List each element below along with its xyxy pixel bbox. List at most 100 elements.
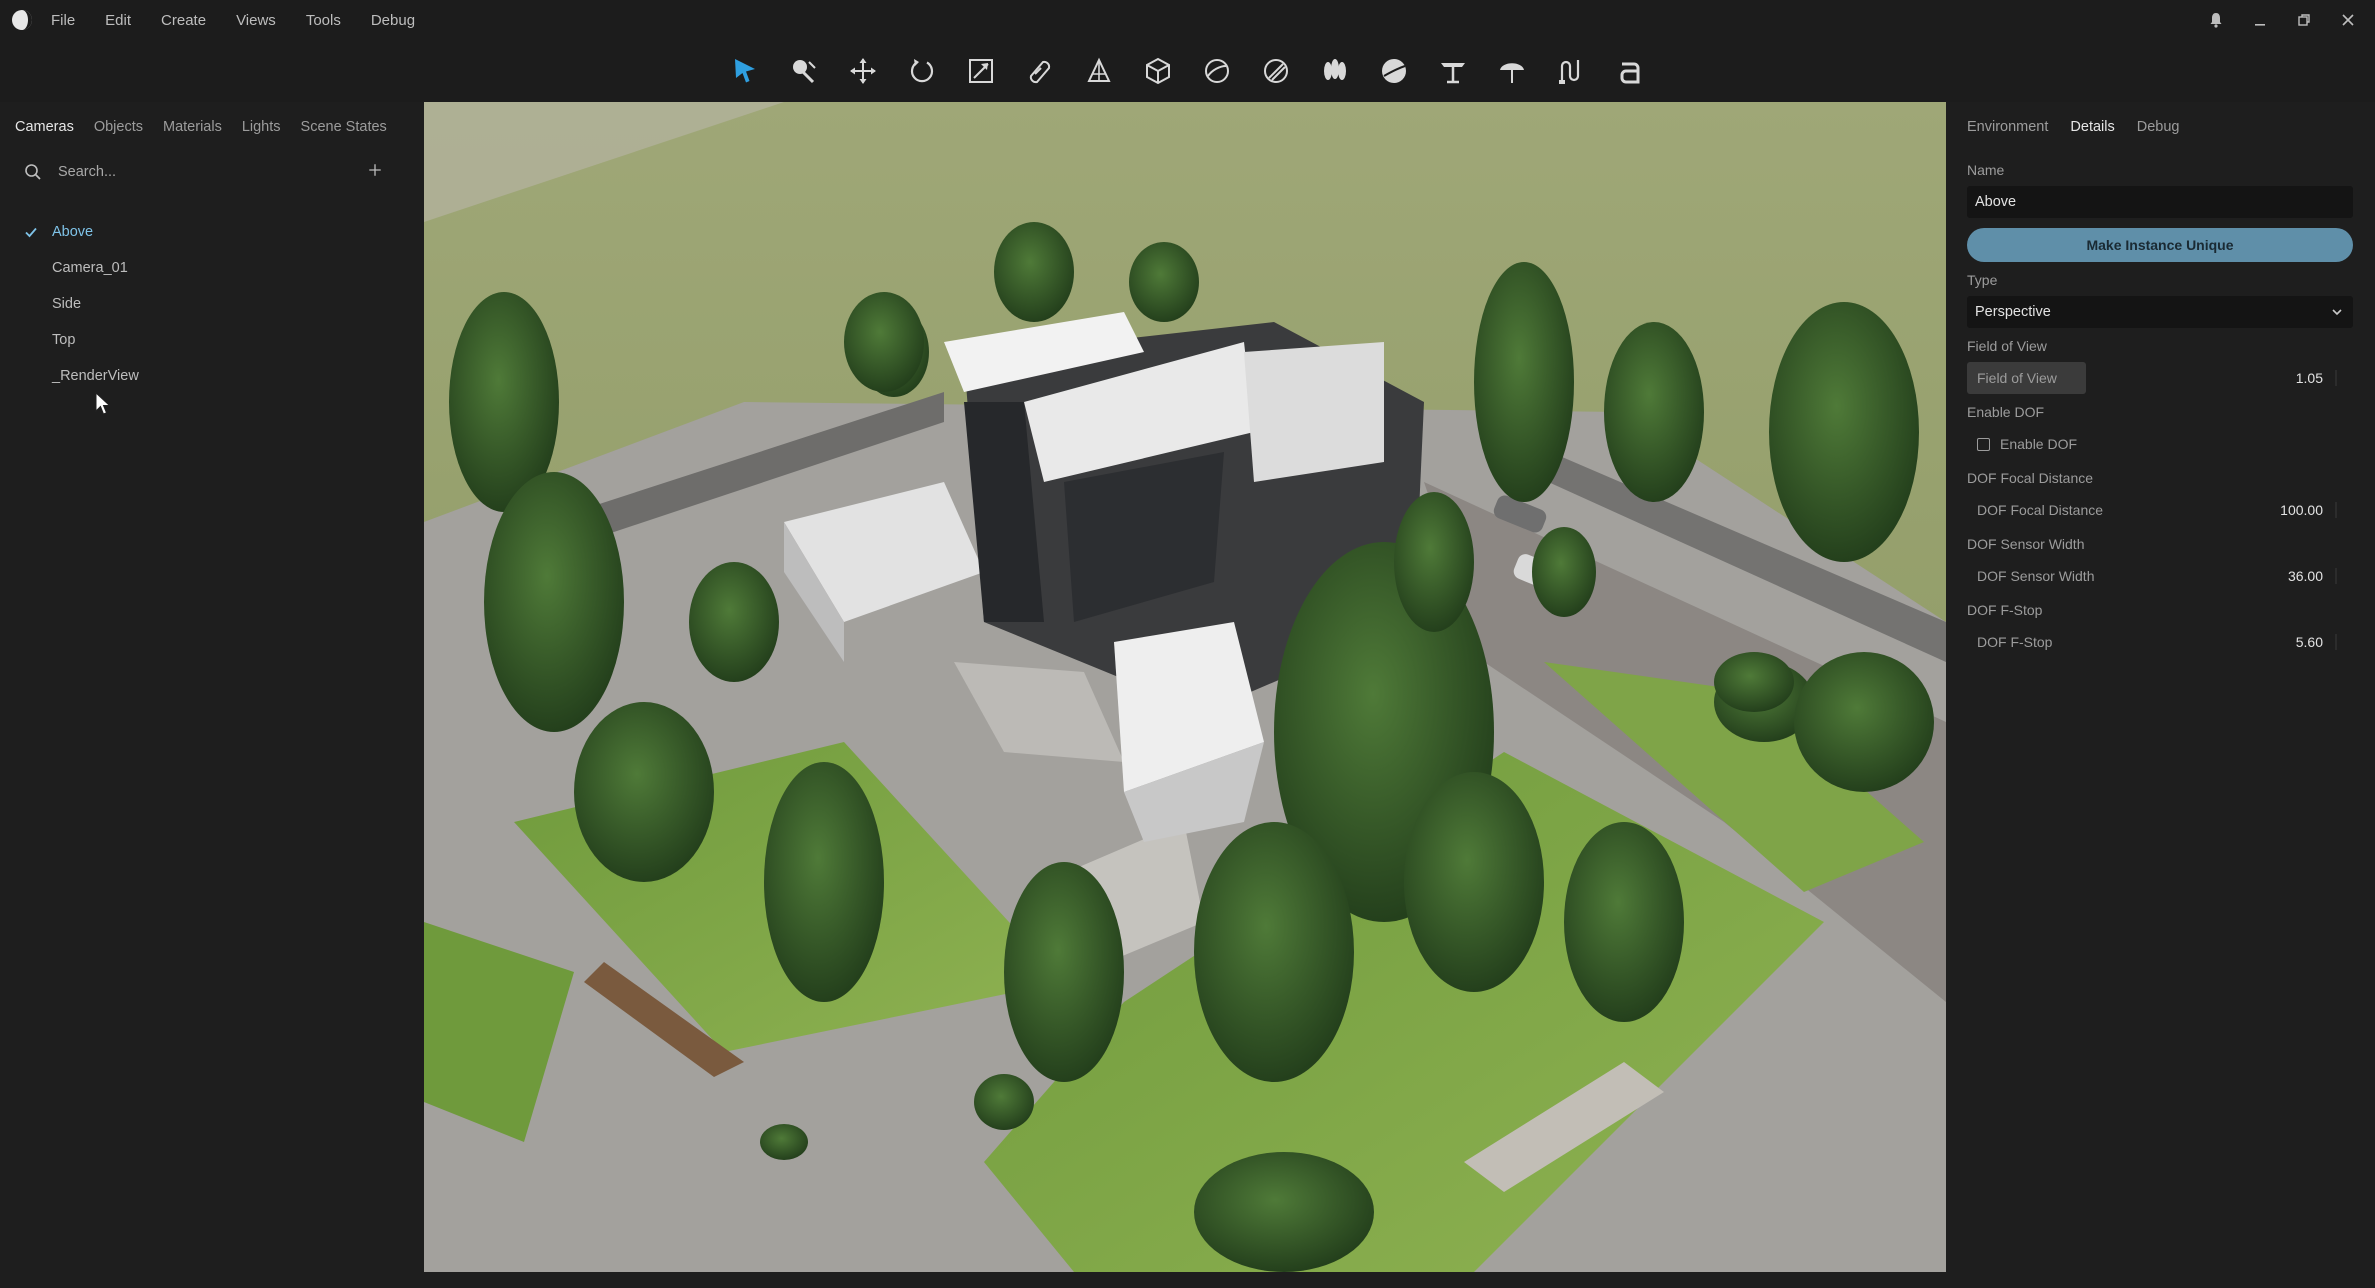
menu-create[interactable]: Create — [161, 8, 206, 33]
tool-move[interactable] — [843, 51, 883, 91]
rotate-icon — [910, 59, 934, 83]
type-select[interactable]: Perspective — [1967, 296, 2353, 328]
camera-item-side[interactable]: Side — [0, 286, 424, 322]
sensor-width-slider-handle[interactable] — [2335, 568, 2337, 584]
menu-debug[interactable]: Debug — [371, 8, 415, 33]
camera-item-renderview[interactable]: _RenderView — [0, 358, 424, 394]
menu-views[interactable]: Views — [236, 8, 276, 33]
chevron-down-icon — [2332, 309, 2342, 316]
window-controls — [2205, 0, 2359, 40]
tool-paint[interactable] — [784, 51, 824, 91]
tool-cylinder[interactable] — [1256, 51, 1296, 91]
fov-value: 1.05 — [2295, 370, 2323, 386]
camera-item-camera-01[interactable]: Camera_01 — [0, 250, 424, 286]
camera-label: Camera_01 — [52, 260, 128, 276]
tab-details[interactable]: Details — [2070, 119, 2114, 135]
tab-lights[interactable]: Lights — [242, 119, 281, 135]
fstop-value: 5.60 — [2295, 634, 2323, 650]
enable-dof-checkbox[interactable] — [1977, 437, 1990, 451]
sensor-width-field[interactable]: DOF Sensor Width 36.00 — [1967, 560, 2353, 592]
menu-file[interactable]: File — [51, 8, 75, 33]
right-tabs: Environment Details Debug — [1967, 102, 2353, 152]
camera-item-above[interactable]: Above — [0, 214, 424, 250]
tool-path[interactable] — [1551, 51, 1591, 91]
focal-distance-value: 100.00 — [2280, 502, 2323, 518]
tool-measure[interactable] — [1020, 51, 1060, 91]
vegetation-icon — [1324, 59, 1346, 80]
tool-rotate[interactable] — [902, 51, 942, 91]
fov-slider-handle[interactable] — [2335, 370, 2337, 386]
search-input[interactable] — [56, 163, 360, 181]
close-icon[interactable] — [2337, 9, 2359, 31]
menu-tools[interactable]: Tools — [306, 8, 341, 33]
menu-edit[interactable]: Edit — [105, 8, 131, 33]
camera-item-top[interactable]: Top — [0, 322, 424, 358]
focal-distance-field-label: DOF Focal Distance — [1977, 502, 2104, 518]
name-field[interactable]: Above — [1967, 186, 2353, 218]
minimize-icon[interactable] — [2249, 9, 2271, 31]
left-tabs: Cameras Objects Materials Lights Scene S… — [0, 102, 424, 152]
viewport-bottom-edge — [424, 1272, 1946, 1288]
restore-icon[interactable] — [2293, 9, 2315, 31]
name-label: Name — [1967, 162, 2005, 178]
fstop-slider-handle[interactable] — [2335, 634, 2337, 650]
tool-text[interactable] — [1610, 51, 1650, 91]
select-arrow-icon — [735, 59, 755, 83]
measure-icon — [1029, 60, 1051, 84]
dof-label: Enable DOF — [1967, 404, 2045, 420]
text-icon — [1620, 62, 1640, 84]
sensor-width-label: DOF Sensor Width — [1967, 536, 2085, 552]
focal-distance-slider-handle[interactable] — [2335, 502, 2337, 518]
sphere-icon — [1382, 59, 1406, 83]
sphere-slice-icon — [1205, 59, 1229, 83]
tab-environment[interactable]: Environment — [1967, 119, 2048, 135]
tool-sphere-slice[interactable] — [1197, 51, 1237, 91]
sensor-width-value: 36.00 — [2287, 568, 2323, 584]
toolbar — [0, 40, 2375, 102]
align-icon — [1087, 57, 1111, 82]
3d-viewport[interactable] — [424, 102, 1946, 1272]
camera-label: Side — [52, 296, 82, 312]
tab-objects[interactable]: Objects — [94, 119, 143, 135]
camera-search — [0, 152, 424, 192]
mouse-cursor-icon — [95, 392, 111, 415]
tool-umbrella[interactable] — [1492, 51, 1532, 91]
sensor-width-field-label: DOF Sensor Width — [1977, 568, 2095, 584]
check-icon — [24, 223, 42, 241]
move-icon — [850, 58, 876, 84]
table-icon — [1441, 63, 1465, 84]
tab-cameras[interactable]: Cameras — [15, 119, 74, 135]
tool-box[interactable] — [1138, 51, 1178, 91]
type-value: Perspective — [1975, 304, 2051, 320]
tool-scale[interactable] — [961, 51, 1001, 91]
umbrella-icon — [1500, 63, 1524, 83]
fstop-field-label: DOF F-Stop — [1977, 634, 2053, 650]
menu-bar: File Edit Create Views Tools Debug — [0, 0, 2375, 40]
make-instance-unique-button[interactable]: Make Instance Unique — [1967, 228, 2353, 262]
focal-distance-label: DOF Focal Distance — [1967, 470, 2094, 486]
scene-render — [424, 102, 1946, 1272]
add-camera-button[interactable] — [366, 161, 384, 179]
right-panel: Environment Details Debug Name Above Mak… — [1946, 102, 2375, 1288]
type-label: Type — [1967, 272, 1998, 288]
camera-list: Above Camera_01 Side Top _RenderView — [0, 214, 424, 394]
fov-field[interactable]: Field of View 1.05 — [1967, 362, 2353, 394]
tab-scene-states[interactable]: Scene States — [301, 119, 387, 135]
tool-vegetation[interactable] — [1315, 51, 1355, 91]
box-icon — [1146, 57, 1170, 85]
tab-debug[interactable]: Debug — [2137, 119, 2180, 135]
tool-table[interactable] — [1433, 51, 1473, 91]
cylinder-icon — [1264, 59, 1288, 83]
app-logo-icon — [12, 10, 32, 30]
tab-materials[interactable]: Materials — [163, 119, 222, 135]
path-icon — [1559, 60, 1580, 84]
camera-label: Above — [52, 224, 94, 240]
focal-distance-field[interactable]: DOF Focal Distance 100.00 — [1967, 494, 2353, 526]
enable-dof-row[interactable]: Enable DOF — [1967, 428, 2353, 460]
camera-label: Top — [52, 332, 76, 348]
tool-select[interactable] — [725, 51, 765, 91]
tool-align[interactable] — [1079, 51, 1119, 91]
bell-icon[interactable] — [2205, 9, 2227, 31]
fstop-field[interactable]: DOF F-Stop 5.60 — [1967, 626, 2353, 658]
tool-sphere[interactable] — [1374, 51, 1414, 91]
